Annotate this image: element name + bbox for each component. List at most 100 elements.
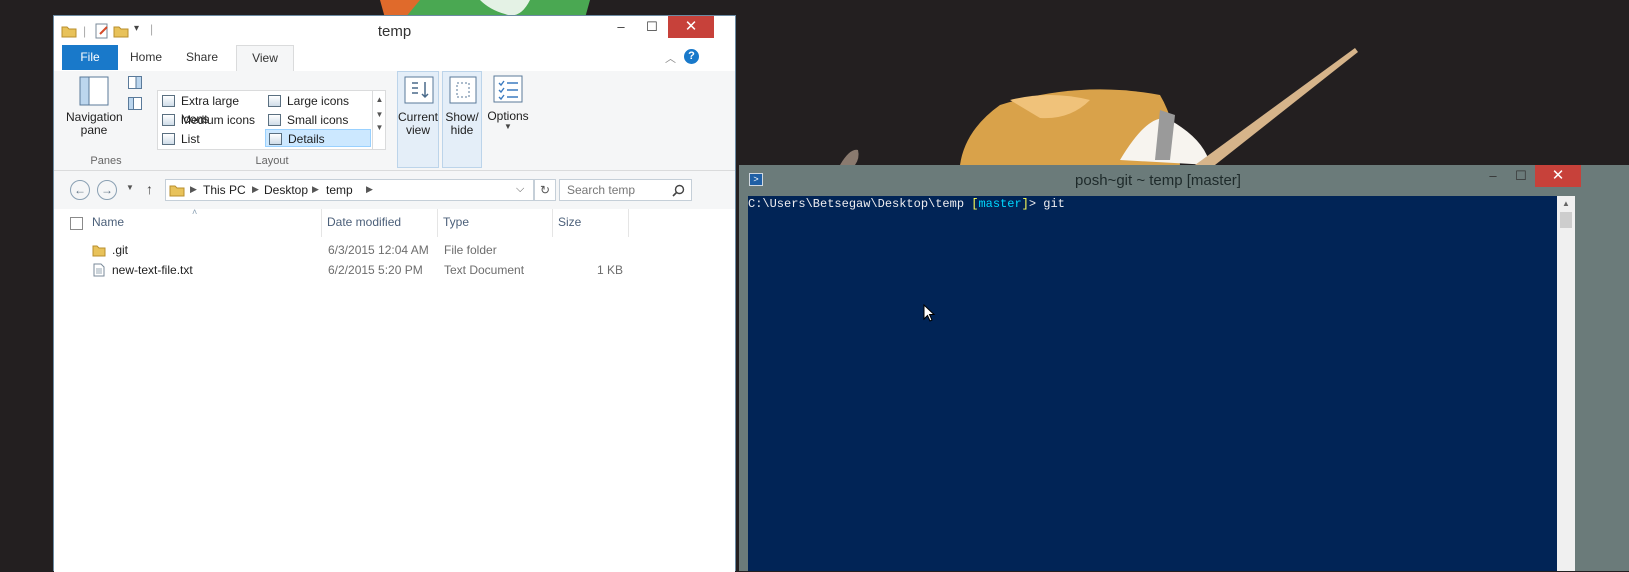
current-view-button[interactable]: Current view [397, 71, 439, 168]
back-button[interactable]: ← [70, 180, 90, 200]
breadcrumb-this-pc[interactable]: This PC [203, 183, 246, 197]
show-hide-label: Show/ [445, 110, 479, 124]
file-date: 6/2/2015 5:20 PM [328, 263, 423, 277]
minimize-button[interactable]: – [607, 16, 635, 38]
typed-command: git [1043, 197, 1065, 211]
file-row[interactable]: new-text-file.txt 6/2/2015 5:20 PM Text … [78, 260, 688, 280]
layout-extra-large-icons[interactable]: Extra large icons [159, 92, 264, 126]
preview-pane-icon[interactable] [128, 76, 142, 92]
file-explorer-window: | ▾ | temp – ☐ ✕ File Home Share View ︿ … [53, 15, 736, 572]
layout-small-icons[interactable]: Small icons [265, 111, 370, 129]
column-header-type[interactable]: Type [443, 215, 469, 229]
console-title: posh~git ~ temp [master] [1075, 172, 1241, 189]
layout-scroll[interactable]: ▲ ▼ ▼ [372, 91, 386, 149]
layout-medium-icons[interactable]: Medium icons [159, 111, 264, 129]
address-bar[interactable]: ▶ This PC ▶ Desktop ▶ temp ▶ ⌵ [165, 179, 534, 201]
tab-file[interactable]: File [62, 45, 118, 70]
navigation-pane-label-2: pane [80, 123, 108, 137]
layout-group-label: Layout [255, 155, 289, 167]
recent-locations-icon[interactable]: ▼ [126, 183, 134, 192]
breadcrumb-temp[interactable]: temp [326, 183, 353, 197]
layout-scroll-down-icon[interactable]: ▼ [373, 110, 386, 119]
scroll-thumb[interactable] [1560, 212, 1572, 228]
forward-arrow-icon: → [101, 183, 113, 197]
column-divider[interactable] [321, 209, 322, 237]
column-divider[interactable] [628, 209, 629, 237]
mouse-cursor-icon [923, 304, 936, 322]
search-icon [672, 184, 685, 197]
breadcrumb-chevron-icon[interactable]: ▶ [252, 184, 259, 195]
navigation-pane-button[interactable]: Navigation pane [66, 76, 123, 137]
breadcrumb-chevron-icon[interactable]: ▶ [366, 184, 373, 195]
maximize-button[interactable]: ☐ [638, 16, 666, 38]
console-scrollbar[interactable]: ▲ [1557, 196, 1575, 571]
prompt-line: C:\Users\Betsegaw\Desktop\temp [master]>… [748, 197, 1065, 211]
layout-scroll-up-icon[interactable]: ▲ [373, 95, 386, 104]
ribbon-tabs: File Home Share View ︿ ? [54, 45, 735, 72]
layout-item-label: List [181, 132, 200, 146]
options-dropdown-icon: ▼ [504, 122, 512, 131]
column-header-size[interactable]: Size [558, 215, 581, 229]
column-header-name[interactable]: Name [92, 215, 124, 229]
file-name: .git [112, 243, 129, 257]
options-button[interactable]: Options ▼ [486, 71, 530, 141]
branch-name: master [978, 197, 1022, 211]
close-button[interactable]: ✕ [668, 16, 714, 38]
file-row[interactable]: .git 6/3/2015 12:04 AM File folder [78, 240, 688, 260]
ribbon-view: Navigation pane Panes Extra large icons … [54, 71, 735, 171]
address-dropdown-icon[interactable]: ⌵ [516, 183, 524, 196]
select-all-checkbox[interactable] [70, 217, 83, 230]
address-toolbar: ← → ▼ ↑ ▶ This PC ▶ Desktop ▶ temp ▶ ⌵ ↻… [54, 171, 735, 209]
layout-list[interactable]: List [159, 130, 264, 148]
refresh-button[interactable]: ↻ [534, 179, 556, 201]
file-type: Text Document [444, 263, 525, 277]
sort-by-icon [404, 76, 434, 104]
collapse-ribbon-icon[interactable]: ︿ [665, 50, 676, 66]
scroll-up-icon[interactable]: ▲ [1562, 199, 1570, 208]
show-hide-button[interactable]: Show/ hide [442, 71, 482, 168]
navigation-pane-icon [79, 76, 109, 106]
refresh-icon: ↻ [539, 183, 551, 197]
tab-share[interactable]: Share [174, 45, 230, 70]
console-maximize-button[interactable]: ☐ [1507, 165, 1535, 187]
column-header-date-modified[interactable]: Date modified [327, 215, 401, 229]
file-size: 1 KB [596, 263, 623, 277]
breadcrumb-chevron-icon[interactable]: ▶ [312, 184, 319, 195]
current-view-label-2: view [405, 123, 430, 137]
console-output[interactable]: C:\Users\Betsegaw\Desktop\temp [master]>… [748, 196, 1557, 571]
tab-view[interactable]: View [236, 45, 294, 72]
console-close-button[interactable]: ✕ [1535, 165, 1581, 187]
search-input[interactable]: Search temp [559, 179, 692, 201]
file-list: ˄ Name Date modified Type Size .git 6/3/… [54, 207, 735, 572]
column-divider[interactable] [437, 209, 438, 237]
layout-item-label: Medium icons [181, 113, 256, 127]
folder-icon [169, 185, 185, 197]
layout-large-icons[interactable]: Large icons [265, 92, 370, 110]
layout-item-label: Details [288, 132, 325, 146]
powershell-console-window: > posh~git ~ temp [master] – ☐ ✕ C:\User… [739, 165, 1629, 571]
forward-button[interactable]: → [97, 180, 117, 200]
back-arrow-icon: ← [74, 183, 86, 197]
console-minimize-button[interactable]: – [1479, 165, 1507, 187]
tab-home[interactable]: Home [118, 45, 174, 70]
details-pane-icon[interactable] [128, 97, 142, 113]
search-placeholder: Search temp [567, 183, 636, 197]
panes-group-label: Panes [90, 155, 122, 167]
layout-details[interactable]: Details [265, 129, 371, 147]
column-divider[interactable] [552, 209, 553, 237]
help-icon[interactable]: ? [684, 49, 699, 64]
layout-item-label: Small icons [287, 113, 349, 127]
breadcrumb-chevron-icon[interactable]: ▶ [190, 184, 197, 195]
file-type: File folder [444, 243, 497, 257]
breadcrumb-desktop[interactable]: Desktop [264, 183, 308, 197]
up-arrow-icon[interactable]: ↑ [146, 181, 153, 197]
show-hide-label-2: hide [450, 123, 474, 137]
layout-item-label: Large icons [287, 94, 350, 108]
file-name: new-text-file.txt [112, 263, 193, 277]
text-file-icon [93, 263, 105, 277]
branch-close: ] [1021, 197, 1029, 211]
explorer-titlebar: | ▾ | temp – ☐ ✕ [54, 16, 735, 45]
options-label: Options [487, 109, 529, 123]
layout-more-icon[interactable]: ▼ [373, 123, 386, 132]
options-icon [493, 75, 523, 103]
